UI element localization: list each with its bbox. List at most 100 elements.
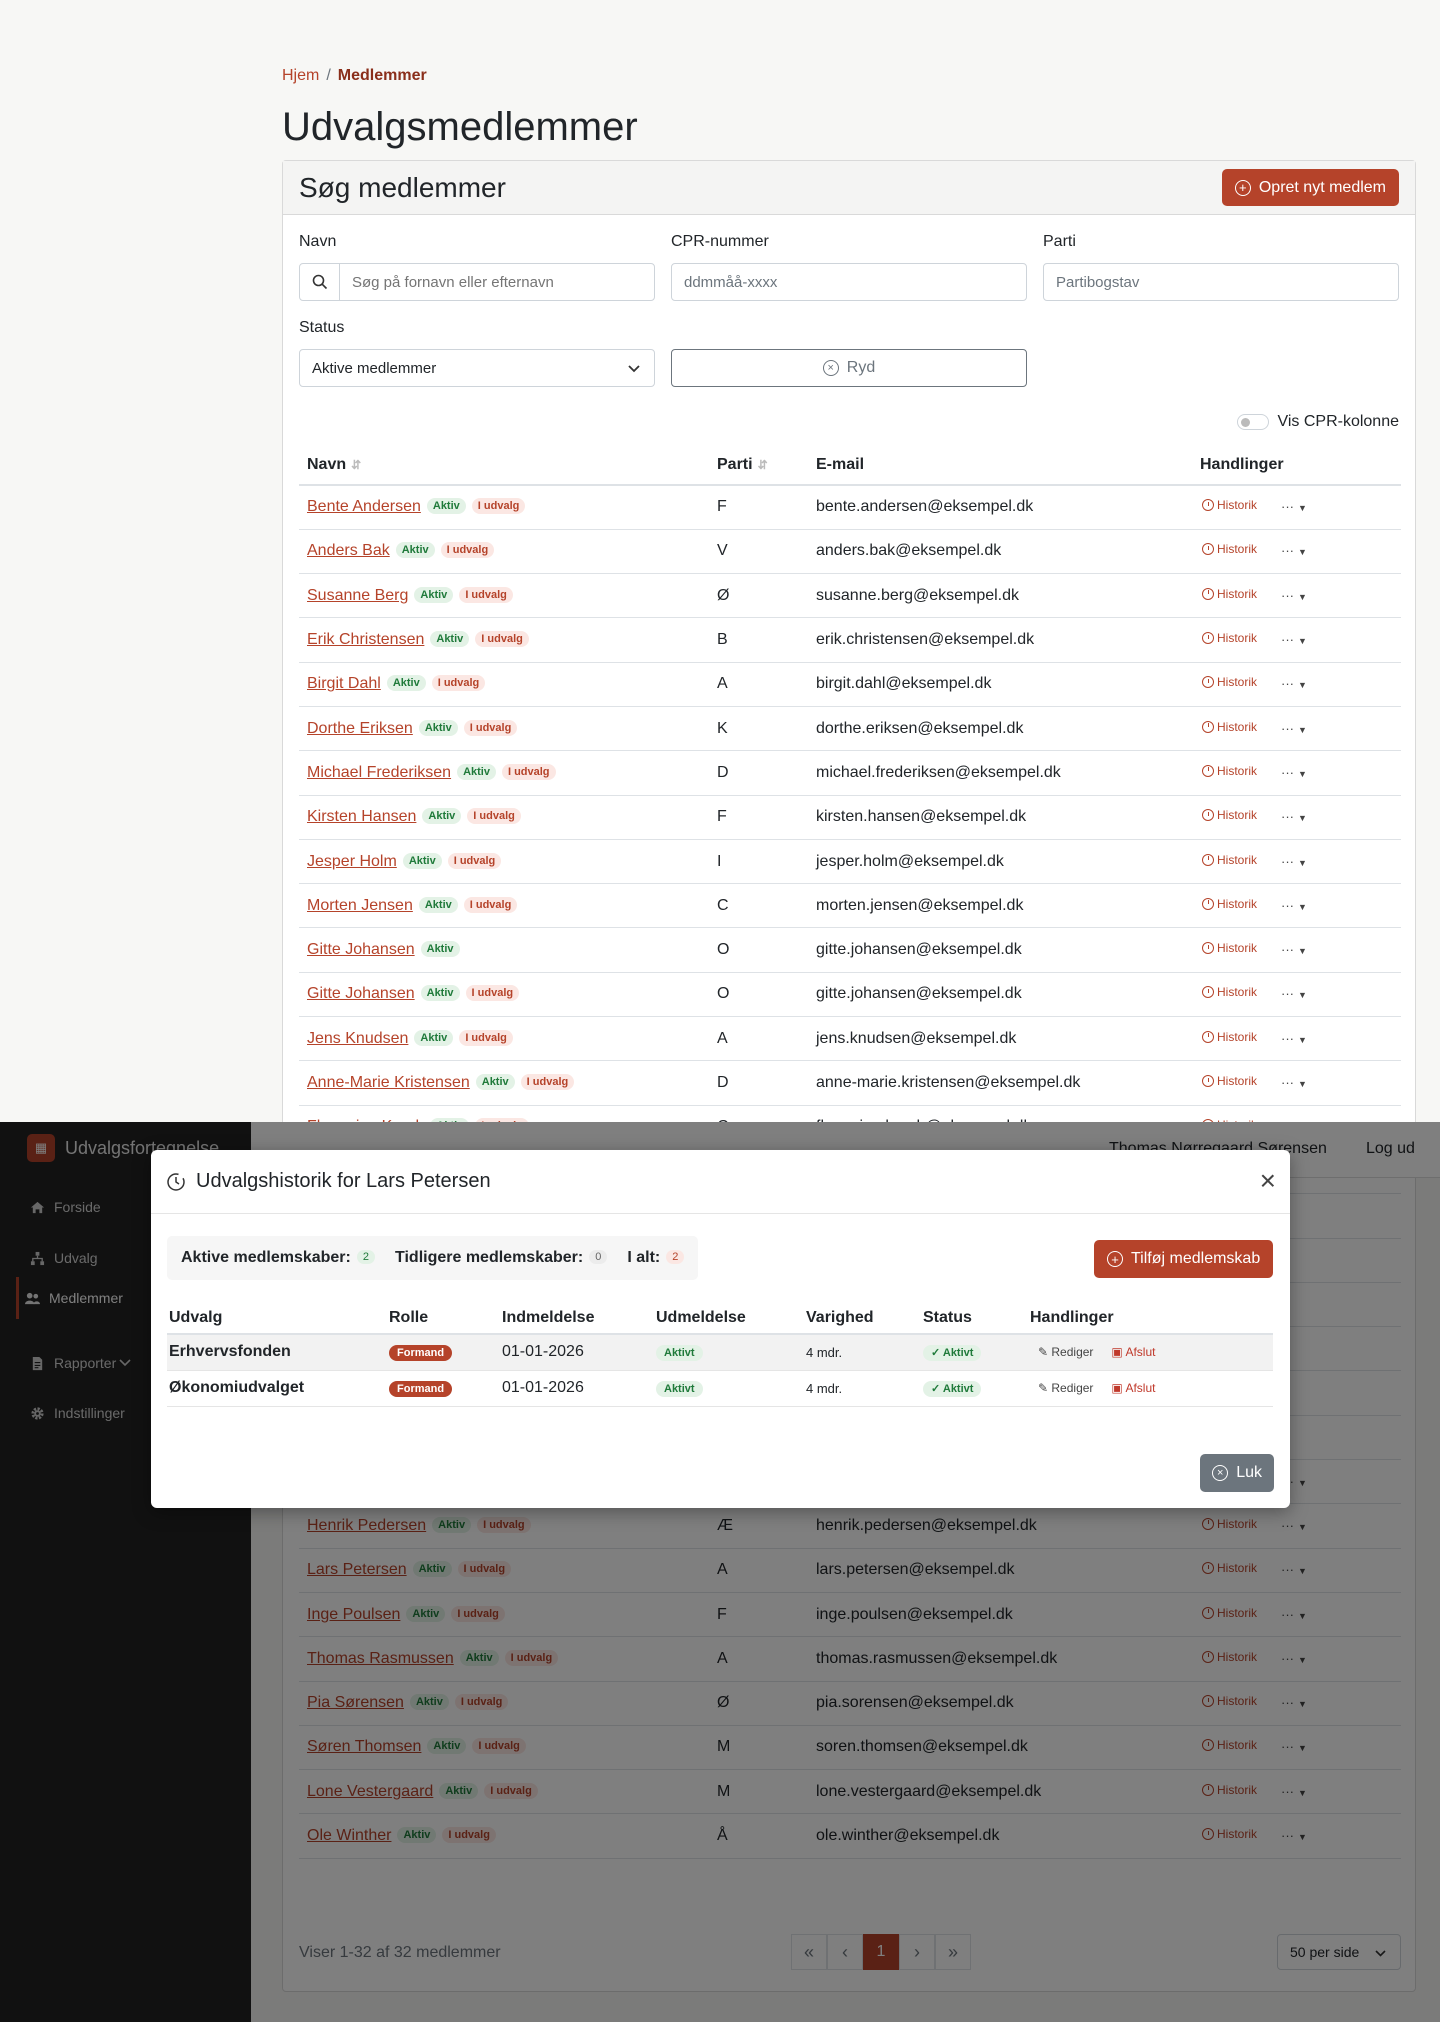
member-name-link[interactable]: Bente Andersen bbox=[307, 498, 421, 515]
more-actions-dropdown[interactable]: ···▼ bbox=[1281, 632, 1307, 647]
more-actions-dropdown[interactable]: ···▼ bbox=[1281, 942, 1307, 957]
cpr-column-toggle[interactable]: Vis CPR-kolonne bbox=[1237, 413, 1399, 431]
header-name[interactable]: Navn ⇵ bbox=[299, 445, 709, 486]
member-name-link[interactable]: Anders Bak bbox=[307, 542, 390, 559]
edit-label: Rediger bbox=[1051, 1381, 1094, 1395]
name-label: Navn bbox=[299, 233, 337, 250]
history-button[interactable]: Historik bbox=[1202, 720, 1257, 734]
status-select[interactable]: Aktive medlemmer bbox=[299, 349, 655, 387]
actions-cell: Historik ···▼ bbox=[1192, 839, 1401, 885]
history-button[interactable]: Historik bbox=[1202, 587, 1257, 601]
more-label: ··· bbox=[1281, 676, 1295, 692]
clock-icon bbox=[167, 1172, 185, 1191]
edit-button[interactable]: ✎ Rediger bbox=[1038, 1345, 1093, 1359]
history-label: Historik bbox=[1217, 941, 1258, 956]
name-search-input[interactable] bbox=[340, 273, 640, 291]
member-name-link[interactable]: Gitte Johansen bbox=[307, 985, 415, 1002]
caret-down-icon: ▼ bbox=[1298, 1079, 1307, 1089]
member-name-link[interactable]: Erik Christensen bbox=[307, 631, 424, 648]
more-actions-dropdown[interactable]: ···▼ bbox=[1281, 1031, 1307, 1046]
more-actions-dropdown[interactable]: ···▼ bbox=[1281, 765, 1307, 780]
committee-badge: I udvalg bbox=[447, 852, 502, 869]
more-actions-dropdown[interactable]: ···▼ bbox=[1281, 809, 1307, 824]
header-party[interactable]: Parti ⇵ bbox=[709, 445, 808, 486]
committee-badge: I udvalg bbox=[431, 675, 486, 692]
email-cell: anders.bak@eksempel.dk bbox=[808, 529, 1192, 575]
history-modal: Udvalgshistorik for Lars Petersen × Akti… bbox=[151, 1150, 1290, 1508]
caret-down-icon: ▼ bbox=[1298, 503, 1307, 514]
more-actions-dropdown[interactable]: ···▼ bbox=[1281, 676, 1307, 691]
history-button[interactable]: Historik bbox=[1202, 675, 1257, 689]
history-button[interactable]: Historik bbox=[1202, 985, 1257, 999]
more-actions-dropdown[interactable]: ···▼ bbox=[1281, 1075, 1307, 1090]
history-button[interactable]: Historik bbox=[1202, 1074, 1257, 1088]
member-name-link[interactable]: Anne-Marie Kristensen bbox=[307, 1074, 470, 1091]
duration-cell: 4 mdr. bbox=[804, 1370, 921, 1407]
modal-header: Udvalgshistorik for Lars Petersen × bbox=[151, 1150, 1290, 1214]
table-row: Gitte Johansen Aktiv Ogitte.johansen@eksem… bbox=[299, 927, 1401, 973]
active-memberships: Aktive medlemskaber: 2 bbox=[181, 1249, 375, 1267]
close-modal-button[interactable]: × Luk bbox=[1200, 1454, 1274, 1492]
party-cell: F bbox=[709, 485, 808, 530]
status-text: Aktivt bbox=[942, 1383, 974, 1395]
name-cell: Susanne Berg Aktiv I udvalg bbox=[299, 573, 709, 619]
active-count-badge: 2 bbox=[356, 1250, 375, 1264]
clear-button[interactable]: × Ryd bbox=[671, 349, 1027, 387]
history-button[interactable]: Historik bbox=[1202, 542, 1257, 556]
more-actions-dropdown[interactable]: ···▼ bbox=[1281, 543, 1307, 558]
clock-icon bbox=[1202, 720, 1214, 733]
cpr-input[interactable]: ddmmåå-xxxx bbox=[671, 263, 1027, 301]
total-count-badge: 2 bbox=[666, 1250, 685, 1264]
table-row: Anne-Marie Kristensen Aktiv I udvalg Danne-… bbox=[299, 1060, 1401, 1106]
end-membership-button[interactable]: ▣ Afslut bbox=[1111, 1381, 1155, 1395]
more-actions-dropdown[interactable]: ···▼ bbox=[1281, 721, 1307, 736]
actions-cell: Historik ···▼ bbox=[1192, 662, 1401, 707]
member-name-link[interactable]: Jesper Holm bbox=[307, 853, 397, 870]
history-button[interactable]: Historik bbox=[1202, 808, 1257, 822]
total-label: I alt: bbox=[627, 1249, 661, 1266]
end-membership-button[interactable]: ▣ Afslut bbox=[1111, 1345, 1155, 1359]
close-modal-label: Luk bbox=[1236, 1464, 1262, 1481]
create-member-button[interactable]: + Opret nyt medlem bbox=[1221, 169, 1399, 206]
member-name-link[interactable]: Kirsten Hansen bbox=[307, 808, 416, 825]
history-button[interactable]: Historik bbox=[1202, 498, 1257, 512]
more-actions-dropdown[interactable]: ···▼ bbox=[1281, 986, 1307, 1001]
history-button[interactable]: Historik bbox=[1202, 897, 1257, 911]
member-name-link[interactable]: Susanne Berg bbox=[307, 587, 408, 604]
member-name-link[interactable]: Gitte Johansen bbox=[307, 941, 415, 958]
member-name-link[interactable]: Birgit Dahl bbox=[307, 675, 381, 692]
status-badge: Aktiv bbox=[414, 586, 454, 603]
history-button[interactable]: Historik bbox=[1202, 1030, 1257, 1044]
history-button[interactable]: Historik bbox=[1202, 631, 1257, 645]
more-actions-dropdown[interactable]: ···▼ bbox=[1281, 898, 1307, 913]
actions-cell: Historik ···▼ bbox=[1192, 883, 1401, 929]
more-actions-dropdown[interactable]: ···▼ bbox=[1281, 854, 1307, 869]
toggle-switch[interactable] bbox=[1237, 414, 1270, 430]
history-button[interactable]: Historik bbox=[1202, 764, 1257, 778]
status-label: Status bbox=[299, 319, 345, 336]
caret-down-icon: ▼ bbox=[1298, 946, 1307, 957]
edit-button[interactable]: ✎ Rediger bbox=[1038, 1381, 1093, 1395]
committee-badge: I udvalg bbox=[463, 896, 518, 913]
membership-stats: Aktive medlemskaber: 2 Tidligere medlemsk… bbox=[167, 1236, 699, 1280]
history-button[interactable]: Historik bbox=[1202, 941, 1257, 955]
add-membership-button[interactable]: + Tilføj medlemskab bbox=[1094, 1240, 1274, 1278]
history-button[interactable]: Historik bbox=[1202, 853, 1257, 867]
party-input[interactable]: Partibogstav bbox=[1043, 263, 1399, 301]
page-title: Udvalgsmedlemmer bbox=[282, 105, 638, 149]
more-actions-dropdown[interactable]: ···▼ bbox=[1281, 499, 1307, 514]
header-email: E-mail bbox=[808, 445, 1192, 486]
hist-header: Indmeldelse bbox=[500, 1302, 654, 1335]
close-icon[interactable]: × bbox=[1260, 1167, 1276, 1195]
member-name-link[interactable]: Jens Knudsen bbox=[307, 1030, 408, 1047]
status-badge: Aktiv bbox=[402, 852, 442, 869]
plus-circle-icon: + bbox=[1107, 1251, 1123, 1267]
status-select-value: Aktive medlemmer bbox=[312, 359, 437, 377]
more-label: ··· bbox=[1281, 809, 1295, 825]
more-actions-dropdown[interactable]: ···▼ bbox=[1281, 588, 1307, 603]
member-name-link[interactable]: Morten Jensen bbox=[307, 897, 413, 914]
breadcrumb-home-link[interactable]: Hjem bbox=[282, 67, 319, 84]
member-name-link[interactable]: Dorthe Eriksen bbox=[307, 720, 413, 737]
x-circle-icon: × bbox=[822, 360, 839, 376]
member-name-link[interactable]: Michael Frederiksen bbox=[307, 764, 451, 781]
